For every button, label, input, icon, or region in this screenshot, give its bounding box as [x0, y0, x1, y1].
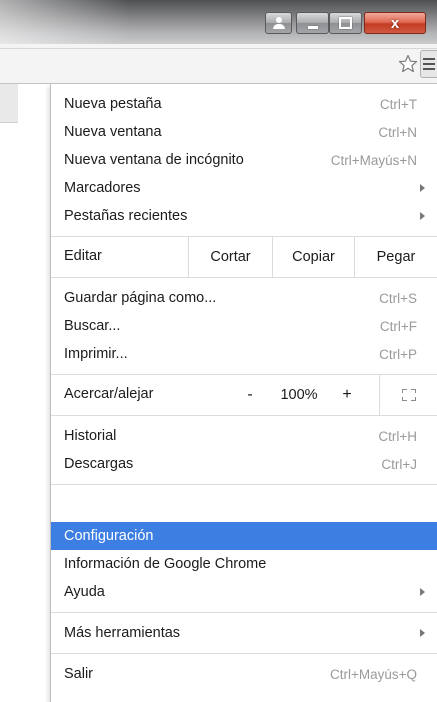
menu-item-shortcut: Ctrl+Mayús+N	[330, 152, 417, 168]
menu-item-label: Descargas	[64, 456, 134, 472]
menu-item-new-tab[interactable]: Nueva pestaña Ctrl+T	[51, 90, 437, 118]
maximize-icon	[339, 17, 352, 29]
menu-item-shortcut: Ctrl+N	[378, 124, 417, 140]
window-titlebar: x	[0, 0, 437, 44]
browser-toolbar	[0, 44, 437, 84]
close-button[interactable]: x	[364, 12, 426, 34]
bookmark-star-button[interactable]	[396, 52, 420, 76]
submenu-arrow-icon	[420, 629, 425, 637]
submenu-arrow-icon	[420, 588, 425, 596]
zoom-level: 100%	[271, 375, 327, 415]
menu-separator	[51, 484, 437, 485]
maximize-button[interactable]	[329, 12, 362, 34]
page-header-strip	[0, 84, 18, 123]
menu-item-shortcut: Ctrl+F	[379, 318, 417, 334]
menu-item-history[interactable]: Historial Ctrl+H	[51, 422, 437, 450]
menu-separator	[51, 612, 437, 613]
zoom-out-button[interactable]: -	[229, 375, 271, 415]
menu-item-shortcut: Ctrl+H	[378, 428, 417, 444]
menu-item-label: Nueva ventana	[64, 124, 162, 140]
paste-label: Pegar	[376, 249, 416, 265]
zoom-value: 100%	[280, 387, 318, 403]
menu-item-recent-tabs[interactable]: Pestañas recientes	[51, 202, 437, 230]
menu-item-label: Buscar...	[64, 318, 121, 334]
menu-item-label: Pestañas recientes	[64, 208, 188, 224]
paste-button[interactable]: Pegar	[354, 237, 437, 277]
page-content	[0, 84, 18, 702]
toolbar-divider	[0, 48, 437, 49]
zoom-label: Acercar/alejar	[64, 386, 154, 402]
menu-item-settings[interactable]: Configuración	[51, 522, 437, 550]
menu-separator	[51, 277, 437, 278]
menu-item-label: Guardar página como...	[64, 290, 217, 306]
star-outline-icon	[398, 54, 418, 73]
copy-label: Copiar	[292, 249, 335, 265]
titlebar-gradient	[0, 0, 130, 44]
zoom-out-icon: -	[247, 386, 253, 403]
menu-item-shortcut: Ctrl+T	[379, 96, 417, 112]
menu-item-incognito-window[interactable]: Nueva ventana de incógnito Ctrl+Mayús+N	[51, 146, 437, 174]
hamburger-menu-icon	[423, 58, 435, 60]
menu-item-exit[interactable]: Salir Ctrl+Mayús+Q	[51, 660, 437, 688]
zoom-in-icon: +	[342, 386, 352, 403]
minimize-button[interactable]	[296, 12, 329, 34]
copy-button[interactable]: Copiar	[272, 237, 354, 277]
fullscreen-button[interactable]	[379, 375, 437, 415]
cut-label: Cortar	[210, 249, 251, 265]
menu-item-about-chrome[interactable]: Información de Google Chrome	[51, 550, 437, 578]
menu-item-label: Ayuda	[64, 584, 105, 600]
minimize-icon	[307, 25, 318, 29]
menu-item-label: Nueva pestaña	[64, 96, 162, 112]
menu-item-label: Configuración	[64, 528, 154, 544]
menu-item-label: Marcadores	[64, 180, 141, 196]
menu-separator	[51, 653, 437, 654]
fullscreen-icon	[401, 389, 416, 401]
menu-item-print[interactable]: Imprimir... Ctrl+P	[51, 340, 437, 368]
menu-item-shortcut: Ctrl+J	[381, 456, 417, 472]
menu-item-label: Historial	[64, 428, 117, 444]
profile-button[interactable]	[265, 12, 292, 34]
menu-item-label: Información de Google Chrome	[64, 556, 267, 572]
menu-item-shortcut: Ctrl+P	[379, 346, 417, 362]
menu-item-label: Nueva ventana de incógnito	[64, 152, 244, 168]
menu-item-bookmarks[interactable]: Marcadores	[51, 174, 437, 202]
zoom-in-button[interactable]: +	[327, 375, 367, 415]
chrome-menu-button[interactable]	[420, 50, 437, 78]
menu-edit-row: Editar Cortar Copiar Pegar	[51, 237, 437, 277]
menu-item-find[interactable]: Buscar... Ctrl+F	[51, 312, 437, 340]
submenu-arrow-icon	[420, 184, 425, 192]
menu-item-label: Salir	[64, 666, 94, 682]
menu-item-save-page[interactable]: Guardar página como... Ctrl+S	[51, 284, 437, 312]
edit-label: Editar	[64, 248, 102, 264]
menu-zoom-row: Acercar/alejar - 100% +	[51, 375, 437, 415]
menu-item-new-window[interactable]: Nueva ventana Ctrl+N	[51, 118, 437, 146]
menu-item-more-tools[interactable]: Más herramientas	[51, 619, 437, 647]
close-icon: x	[390, 14, 400, 32]
cut-button[interactable]: Cortar	[188, 237, 272, 277]
menu-item-shortcut: Ctrl+S	[379, 290, 417, 306]
menu-item-label: Imprimir...	[64, 346, 128, 362]
chrome-menu: Nueva pestaña Ctrl+T Nueva ventana Ctrl+…	[50, 84, 437, 702]
menu-item-help[interactable]: Ayuda	[51, 578, 437, 606]
menu-item-downloads[interactable]: Descargas Ctrl+J	[51, 450, 437, 478]
profile-icon	[272, 17, 285, 29]
menu-item-shortcut: Ctrl+Mayús+Q	[329, 666, 417, 682]
menu-separator	[51, 415, 437, 416]
menu-item-label: Más herramientas	[64, 625, 181, 641]
submenu-arrow-icon	[420, 212, 425, 220]
